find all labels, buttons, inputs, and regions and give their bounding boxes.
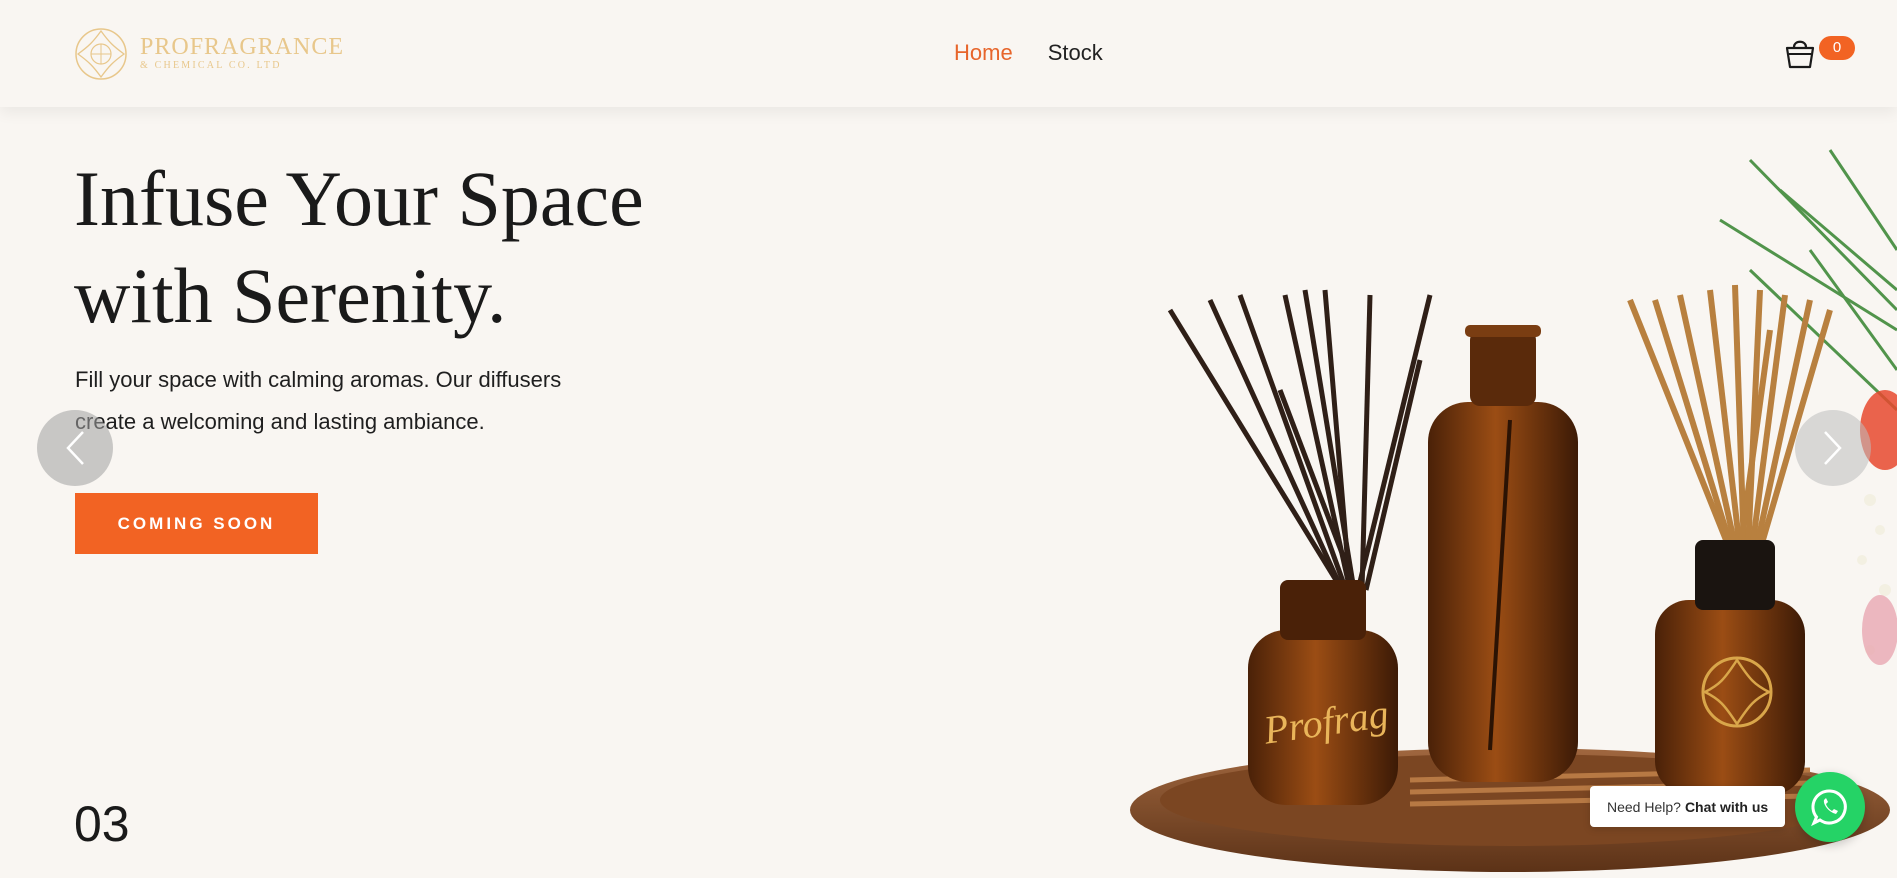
chevron-right-icon [1824,431,1842,465]
brand-logo[interactable]: PROFRAGRANCE & CHEMICAL CO. LTD [74,27,344,81]
main-nav: Home Stock [954,40,1103,66]
whatsapp-icon [1811,789,1847,827]
hero-title-line-2: with Serenity. [74,252,507,339]
hero-title: Infuse Your Space with Serenity. [74,150,774,344]
nav-home-link[interactable]: Home [954,40,1013,66]
brand-subtitle: & CHEMICAL CO. LTD [140,60,282,71]
hero-description: Fill your space with calming aromas. Our… [75,367,562,434]
slide-number: 03 [74,796,130,852]
site-header: PROFRAGRANCE & CHEMICAL CO. LTD Home Sto… [0,0,1897,107]
chevron-left-icon [66,431,84,465]
chat-help-chip[interactable]: Need Help? Chat with us [1590,786,1786,827]
coming-soon-button[interactable]: COMING SOON [75,493,318,554]
chat-help-prompt: Need Help? [1607,798,1681,815]
basket-icon[interactable] [1785,36,1815,70]
diffuser-product-image: Profrag [1130,149,1897,872]
logo-emblem-icon [75,28,127,80]
chat-help-action: Chat with us [1684,798,1769,815]
hero-title-line-1: Infuse Your Space [74,155,644,242]
brand-name: PROFRAGRANCE [140,34,345,60]
cart-count-badge: 0 [1819,36,1855,60]
slider-next-button[interactable] [1795,410,1871,486]
nav-stock-link[interactable]: Stock [1048,40,1103,66]
whatsapp-chat-button[interactable] [1795,772,1865,842]
slider-prev-button[interactable] [37,410,113,486]
